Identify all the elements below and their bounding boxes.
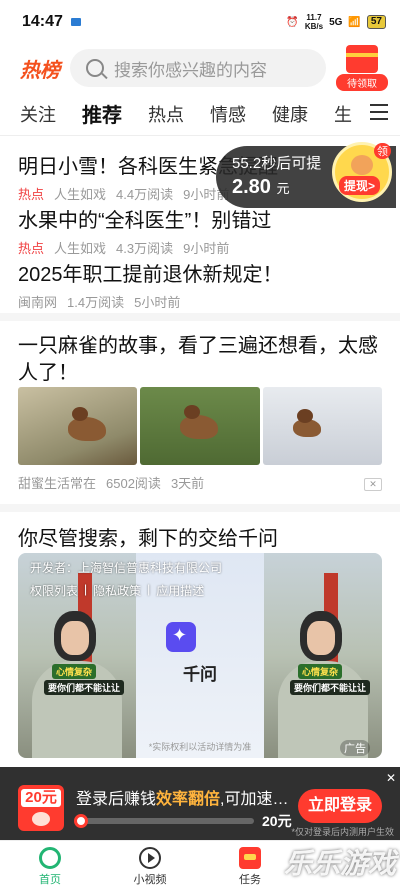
app-header: 热榜 搜索你感兴趣的内容 待领取	[0, 44, 400, 92]
home-icon	[39, 847, 61, 869]
gift-button[interactable]: 待领取	[336, 45, 388, 91]
wifi-icon: 📶	[348, 16, 361, 28]
nav-home[interactable]: 首页	[0, 841, 100, 889]
ad-title: 你尽管搜索，剩下的交给千问	[18, 528, 278, 550]
tab-recommend[interactable]: 推荐	[82, 99, 122, 128]
coupon-icon: 20元	[18, 785, 64, 831]
sparrow-image-2	[140, 387, 260, 465]
tab-follow[interactable]: 关注	[20, 101, 56, 127]
sparrow-image-1	[18, 387, 138, 465]
hot-badge: 热点	[18, 187, 45, 202]
news-source: 闽南网	[18, 295, 58, 310]
article-reads: 6502阅读	[106, 476, 161, 491]
reward-amount: 2.80	[232, 176, 271, 198]
permission-link[interactable]: 权限列表	[30, 582, 78, 599]
article-meta: 甜蜜生活常在 6502阅读 3天前	[18, 473, 388, 492]
ad-item[interactable]: 你尽管搜索，剩下的交给千问	[18, 522, 388, 551]
cashout-label: 提现>	[339, 176, 381, 195]
article-source: 甜蜜生活常在	[18, 476, 97, 491]
mascot-icon	[351, 155, 373, 175]
news-item[interactable]: 水果中的“全科医生”！别错过 热点 人生如戏 4.3万阅读 9小时前	[18, 204, 388, 257]
article-item[interactable]: 一只麻雀的故事，看了三遍还想看，太感人了！	[18, 333, 382, 387]
app-name: 千问	[183, 665, 217, 684]
ad-label: 广告	[340, 740, 370, 756]
signal-label: 5G	[329, 16, 343, 28]
news-reads: 1.4万阅读	[67, 295, 125, 310]
article-images[interactable]	[18, 387, 382, 465]
news-source: 人生如戏	[54, 187, 107, 202]
sparrow-image-3	[262, 387, 382, 465]
news-item[interactable]: 2025年职工提前退休新规定！ 闽南网 1.4万阅读 5小时前	[18, 258, 388, 311]
ad-note: *实际权利以活动详情为准	[148, 742, 252, 752]
net-speed: 11.7 KB/s	[304, 13, 324, 31]
news-title: 2025年职工提前退休新规定！	[18, 264, 283, 286]
news-reads: 4.4万阅读	[116, 187, 174, 202]
login-button[interactable]: 立即登录	[298, 789, 382, 823]
ad-banner[interactable]: 开发者：上海智信普惠科技有限公司 权限列表 | 隐私政策 | 应用描述 心情复杂 要…	[18, 553, 382, 758]
search-icon	[86, 59, 104, 77]
search-bar[interactable]: 搜索你感兴趣的内容	[70, 49, 326, 87]
play-icon	[139, 847, 161, 869]
tab-emotion[interactable]: 情感	[210, 101, 246, 127]
promo-text: 登录后赚钱效率翻倍,可加速…	[76, 791, 289, 808]
ad-person-right: 心情复杂 要你们都不能让让	[264, 553, 382, 758]
article-time: 3天前	[170, 476, 205, 491]
promo-progress	[74, 814, 254, 828]
promo-note: *仅对登录后内测用户生效	[291, 827, 394, 837]
search-placeholder: 搜索你感兴趣的内容	[114, 60, 267, 80]
qianwen-logo-icon	[166, 622, 196, 652]
close-icon[interactable]: ✕	[386, 771, 396, 785]
ad-developer: 开发者：上海智信普惠科技有限公司	[30, 561, 223, 575]
menu-icon[interactable]	[370, 104, 388, 120]
alarm-icon: ⏰	[286, 16, 299, 28]
news-reads: 4.3万阅读	[116, 241, 174, 256]
tab-health[interactable]: 健康	[272, 101, 308, 127]
divider	[0, 313, 400, 321]
description-link[interactable]: 应用描述	[156, 582, 204, 599]
news-title: 水果中的“全科医生”！别错过	[18, 210, 272, 232]
status-time: 14:47	[22, 13, 63, 30]
claim-badge: 领	[374, 143, 391, 159]
article-title: 一只麻雀的故事，看了三遍还想看，太感人了！	[18, 335, 378, 384]
app-logo: 热榜	[20, 59, 60, 82]
cashout-button[interactable]: 领 提现>	[332, 142, 392, 202]
gift-label: 待领取	[336, 74, 388, 91]
divider	[0, 504, 400, 512]
notification-icon	[70, 18, 81, 26]
reward-widget[interactable]: 55.2秒后可提 2.80 元 领 提现>	[216, 142, 396, 208]
privacy-link[interactable]: 隐私政策	[93, 582, 141, 599]
battery-icon: 57	[366, 15, 386, 29]
login-promo[interactable]: 20元 登录后赚钱效率翻倍,可加速… 20元 立即登录 ✕ *仅对登录后内测用户…	[0, 767, 400, 840]
progress-amount: 20元	[262, 813, 292, 829]
tab-hot[interactable]: 热点	[148, 101, 184, 127]
reward-unit: 元	[276, 181, 290, 196]
watermark: 乐乐游戏	[283, 848, 396, 879]
news-time: 9小时前	[183, 241, 230, 256]
nav-video[interactable]: 小视频	[100, 841, 200, 889]
coupon-amount: 20元	[21, 789, 61, 807]
dislike-close-icon[interactable]: ✕	[364, 478, 382, 491]
task-icon	[239, 847, 261, 869]
news-time: 5小时前	[134, 295, 181, 310]
gift-icon	[346, 45, 378, 73]
status-bar: 14:47 ⏰ 11.7 KB/s 5G 📶 57	[0, 0, 400, 44]
hot-badge: 热点	[18, 241, 45, 256]
channel-tabs: 关注 推荐 热点 情感 健康 生	[0, 92, 400, 136]
news-source: 人生如戏	[54, 241, 107, 256]
